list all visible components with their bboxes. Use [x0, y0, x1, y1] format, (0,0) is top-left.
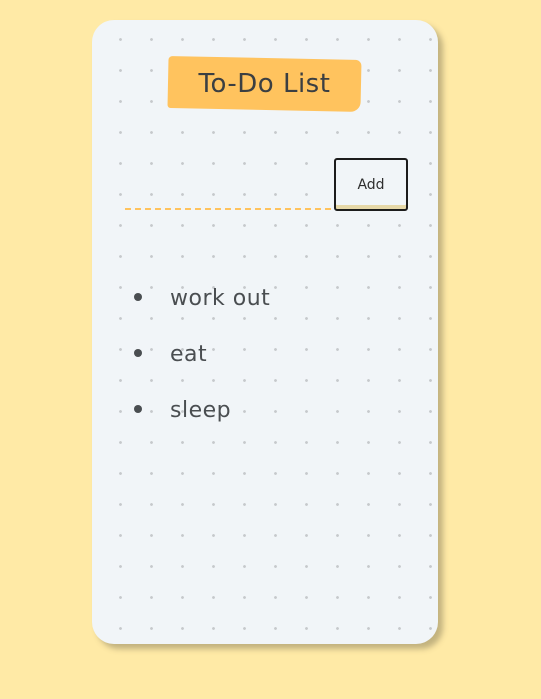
bullet-icon: [134, 293, 142, 301]
task-input[interactable]: [125, 186, 331, 210]
list-item[interactable]: eat: [134, 326, 270, 382]
list-item[interactable]: sleep: [134, 382, 270, 438]
task-text: work out: [170, 285, 271, 311]
bullet-icon: [134, 349, 142, 357]
bullet-icon: [134, 405, 142, 413]
todo-card: To-Do List Add work out eat sleep: [92, 20, 438, 644]
task-text: eat: [170, 341, 208, 367]
add-button[interactable]: Add: [334, 158, 408, 211]
task-list: work out eat sleep: [134, 270, 270, 438]
list-item[interactable]: work out: [134, 270, 270, 326]
task-text: sleep: [170, 397, 232, 423]
page-title: To-Do List: [198, 69, 331, 99]
